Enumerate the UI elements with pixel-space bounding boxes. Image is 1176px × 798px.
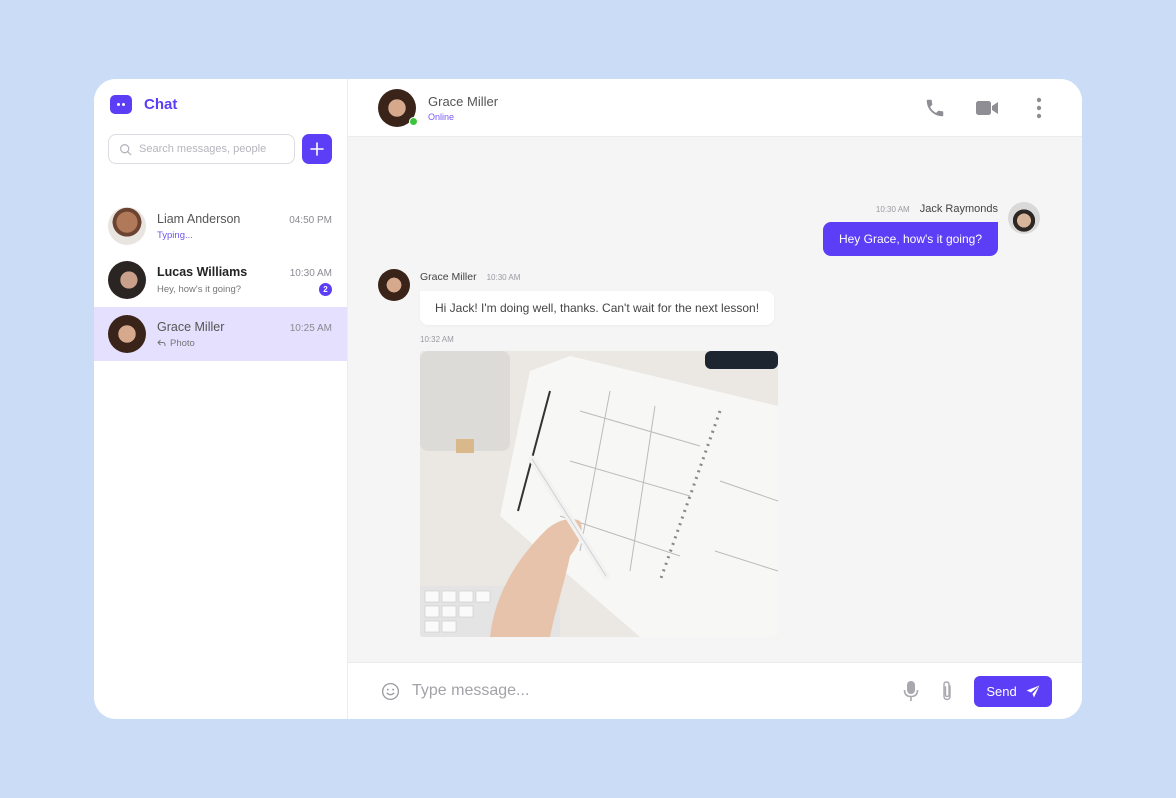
conversation-time: 10:25 AM — [289, 322, 332, 334]
conversation-item[interactable]: Lucas Williams 10:30 AM Hey, how's it go… — [94, 253, 347, 307]
conversation-item[interactable]: Liam Anderson 04:50 PM Typing... — [94, 199, 347, 253]
send-button[interactable]: Send — [974, 675, 1052, 707]
message-time: 10:32 AM — [420, 335, 454, 344]
new-chat-button[interactable] — [302, 134, 332, 164]
conversation-list: Liam Anderson 04:50 PM Typing... Lucas W… — [94, 199, 347, 361]
conversation-preview-text: Photo — [170, 337, 195, 349]
chat-app: Chat Liam Anderson 04:50 PM Typing... — [94, 79, 1082, 719]
photo-attachment[interactable] — [420, 351, 778, 637]
video-icon — [976, 101, 998, 115]
message-thread: 10:30 AM Jack Raymonds Hey Grace, how's … — [348, 137, 1082, 662]
chat-panel: Grace Miller Online 10:30 AM Jack Raymon… — [348, 79, 1082, 719]
conversation-name: Liam Anderson — [157, 211, 241, 226]
message-meta: 10:30 AM Jack Raymonds — [876, 203, 998, 215]
plus-icon — [310, 142, 324, 156]
video-call-button[interactable] — [974, 95, 1000, 121]
avatar — [108, 207, 146, 245]
emoji-button[interactable] — [380, 678, 400, 704]
message-composer: Send — [348, 662, 1082, 719]
conversation-name: Grace Miller — [157, 319, 225, 334]
planner-photo-image — [420, 351, 778, 637]
conversation-preview: Hey, how's it going? — [157, 283, 242, 295]
voice-message-button[interactable] — [898, 678, 924, 704]
paper-plane-icon — [1026, 685, 1040, 697]
reply-icon — [157, 339, 166, 346]
message-input[interactable] — [412, 682, 898, 700]
online-indicator — [409, 116, 418, 126]
message-author: Jack Raymonds — [919, 203, 998, 215]
search-input[interactable] — [139, 143, 289, 155]
message-meta: Grace Miller 10:30 AM — [420, 271, 520, 283]
outgoing-message-bubble: Hey Grace, how's it going? — [822, 222, 998, 256]
call-button[interactable] — [922, 95, 948, 121]
phone-icon — [926, 99, 944, 117]
send-button-label: Send — [986, 683, 1017, 699]
avatar — [108, 261, 146, 299]
sidebar: Chat Liam Anderson 04:50 PM Typing... — [94, 79, 348, 719]
app-title: Chat — [144, 96, 178, 113]
contact-name: Grace Miller — [428, 93, 499, 109]
incoming-message-bubble: Hi Jack! I'm doing well, thanks. Can't w… — [420, 291, 775, 325]
contact-status: Online — [428, 111, 455, 122]
chat-logo-icon — [110, 95, 132, 114]
chat-header: Grace Miller Online — [348, 79, 1082, 137]
microphone-icon — [903, 681, 919, 701]
avatar — [108, 315, 146, 353]
conversation-name: Lucas Williams — [157, 264, 248, 279]
conversation-preview: Photo — [157, 338, 195, 349]
search-icon — [120, 143, 132, 155]
search-box[interactable] — [108, 134, 295, 164]
contact-avatar[interactable] — [378, 88, 418, 127]
message-time: 10:30 AM — [486, 273, 521, 282]
more-vertical-icon — [1036, 97, 1042, 119]
smiley-icon — [381, 682, 399, 700]
more-options-button[interactable] — [1026, 95, 1052, 121]
message-author: Grace Miller — [420, 271, 477, 283]
conversation-time: 10:30 AM — [289, 267, 332, 279]
conversation-time: 04:50 PM — [289, 214, 332, 226]
unread-badge: 2 — [319, 282, 332, 296]
message-time: 10:30 AM — [875, 205, 910, 214]
conversation-preview: Typing... — [157, 229, 193, 241]
paperclip-icon — [943, 681, 951, 701]
sender-avatar — [1008, 202, 1040, 234]
contact-message-avatar — [378, 269, 410, 301]
brand: Chat — [110, 95, 177, 114]
conversation-item-active[interactable]: Grace Miller 10:25 AM Photo — [94, 307, 347, 361]
attach-file-button[interactable] — [934, 678, 960, 704]
